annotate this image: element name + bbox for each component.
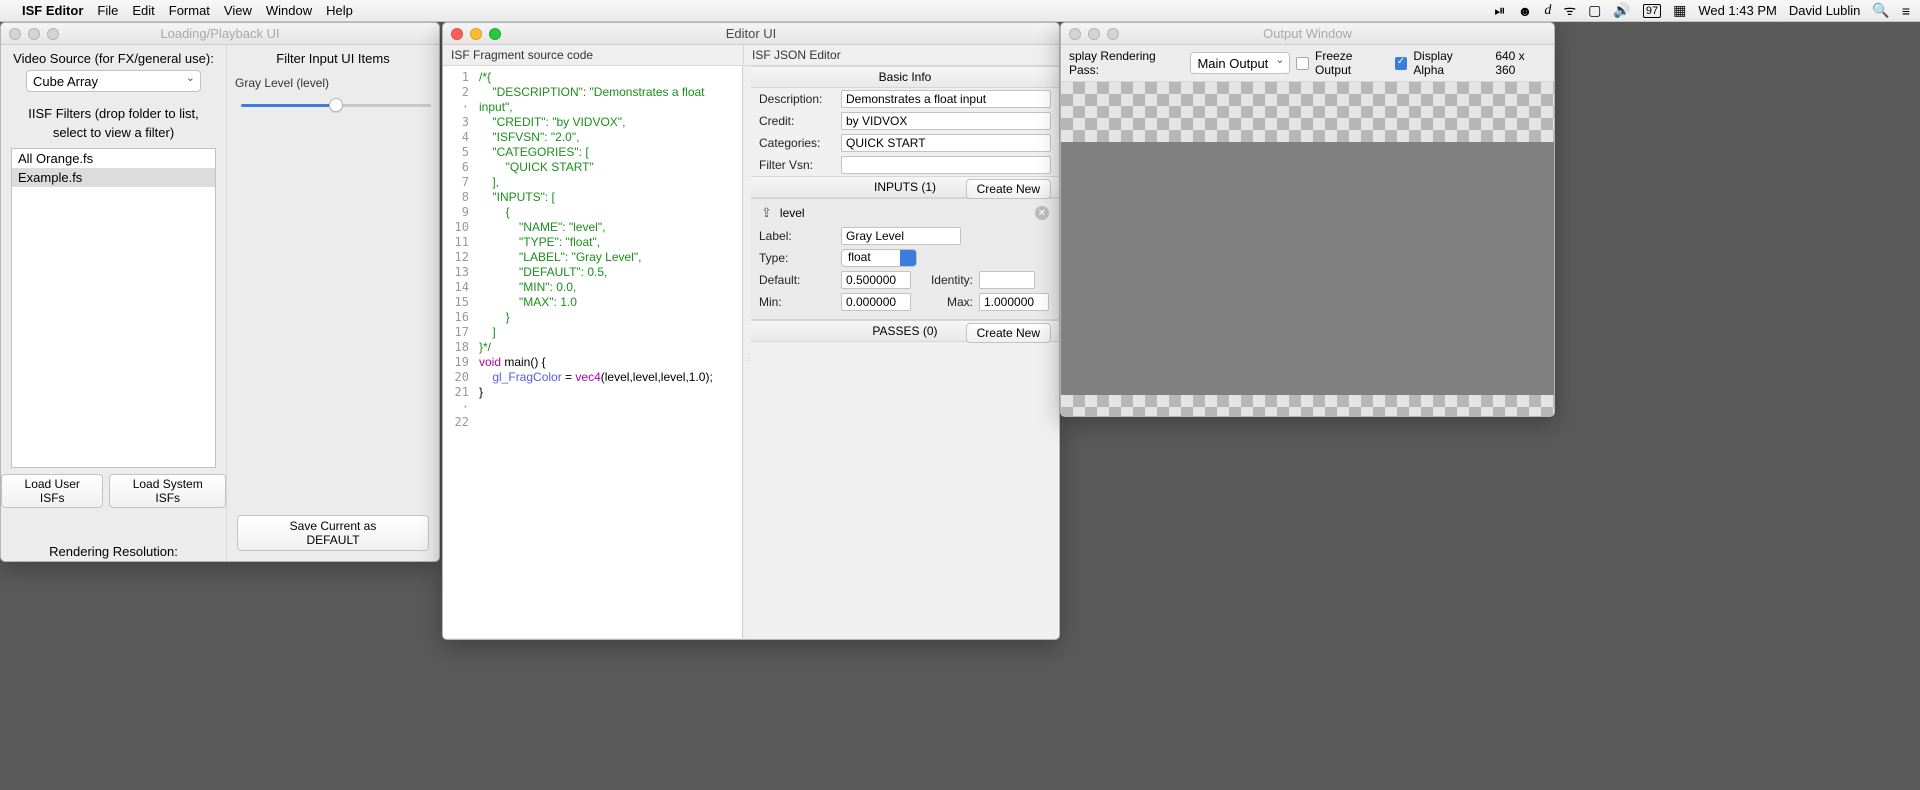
load-system-isfs-button[interactable]: Load System ISFs: [109, 474, 226, 508]
input-label-label: Label:: [759, 229, 835, 243]
default-label: Default:: [759, 273, 835, 287]
menu-help[interactable]: Help: [326, 3, 353, 18]
passes-header: PASSES (0) Create New: [751, 320, 1059, 342]
json-pane-label: ISF JSON Editor: [743, 45, 1059, 65]
output-resolution: 640 x 360: [1495, 49, 1546, 77]
macos-menubar: ISF Editor File Edit Format View Window …: [0, 0, 1920, 22]
save-default-button[interactable]: Save Current as DEFAULT: [237, 515, 429, 551]
close-icon[interactable]: [1069, 28, 1081, 40]
list-item[interactable]: Example.fs: [12, 168, 215, 187]
window-title: Editor UI: [726, 26, 777, 41]
iisf-label-1: IISF Filters (drop folder to list,: [1, 100, 226, 125]
zoom-icon[interactable]: [1107, 28, 1119, 40]
input-type-select[interactable]: float: [841, 249, 917, 267]
fragment-pane-label: ISF Fragment source code: [443, 45, 743, 65]
line-gutter: 12·3456789101112131415161718192021·22: [443, 66, 475, 638]
menu-view[interactable]: View: [224, 3, 252, 18]
menubar-time[interactable]: Wed 1:43 PM: [1698, 3, 1777, 18]
sound-icon[interactable]: 🔊: [1613, 2, 1630, 19]
rendering-pass-select[interactable]: Main Output: [1190, 52, 1290, 74]
categories-label: Categories:: [759, 136, 835, 150]
input-item-level: ⇪ level ✕ Label: Type: float Default: Id…: [751, 198, 1059, 320]
minimize-icon[interactable]: [1088, 28, 1100, 40]
d-icon[interactable]: d: [1544, 3, 1551, 19]
filter-vsn-label: Filter Vsn:: [759, 158, 835, 172]
min-label: Min:: [759, 295, 835, 309]
menu-format[interactable]: Format: [169, 3, 210, 18]
max-input[interactable]: [979, 293, 1049, 311]
camera-icon[interactable]: ⏯: [1494, 2, 1505, 19]
titlebar[interactable]: Editor UI: [443, 23, 1059, 45]
close-icon[interactable]: [451, 28, 463, 40]
freeze-output-label: Freeze Output: [1315, 49, 1389, 77]
titlebar[interactable]: Output Window: [1061, 23, 1554, 45]
filter-list[interactable]: All Orange.fs Example.fs: [11, 148, 216, 468]
menu-edit[interactable]: Edit: [132, 3, 154, 18]
menubar-user[interactable]: David Lublin: [1789, 3, 1861, 18]
window-title: Loading/Playback UI: [160, 26, 279, 41]
loading-playback-window: Loading/Playback UI Video Source (for FX…: [0, 22, 440, 562]
minimize-icon[interactable]: [28, 28, 40, 40]
list-item[interactable]: All Orange.fs: [12, 149, 215, 168]
description-input[interactable]: [841, 90, 1051, 108]
filter-vsn-input[interactable]: [841, 156, 1051, 174]
default-input[interactable]: [841, 271, 911, 289]
create-pass-button[interactable]: Create New: [966, 323, 1051, 343]
output-window: Output Window splay Rendering Pass: Main…: [1060, 22, 1555, 417]
rendering-pass-label: splay Rendering Pass:: [1069, 49, 1184, 77]
credit-input[interactable]: [841, 112, 1051, 130]
display-alpha-label: Display Alpha: [1413, 49, 1483, 77]
minimize-icon[interactable]: [470, 28, 482, 40]
titlebar[interactable]: Loading/Playback UI: [1, 23, 439, 45]
control-center-icon[interactable]: ▦: [1673, 2, 1686, 19]
delete-input-icon[interactable]: ✕: [1035, 206, 1049, 220]
code-editor[interactable]: 12·3456789101112131415161718192021·22 /*…: [443, 66, 743, 638]
identity-input[interactable]: [979, 271, 1035, 289]
editor-ui-window: Editor UI ISF Fragment source code ISF J…: [442, 22, 1060, 640]
input-type-label: Type:: [759, 251, 835, 265]
freeze-output-checkbox[interactable]: [1296, 57, 1309, 70]
load-user-isfs-button[interactable]: Load User ISFs: [1, 474, 103, 508]
zoom-icon[interactable]: [489, 28, 501, 40]
display-alpha-checkbox[interactable]: [1395, 57, 1408, 70]
app-name[interactable]: ISF Editor: [22, 3, 83, 18]
max-label: Max:: [917, 295, 973, 309]
create-input-button[interactable]: Create New: [966, 179, 1051, 199]
video-source-select[interactable]: Cube Array: [26, 70, 201, 92]
battery-icon[interactable]: 97: [1643, 4, 1661, 18]
rendering-resolution-label: Rendering Resolution:: [1, 538, 226, 562]
output-canvas: [1061, 82, 1554, 417]
export-icon[interactable]: ⇪: [761, 205, 772, 221]
menu-file[interactable]: File: [97, 3, 118, 18]
close-icon[interactable]: [9, 28, 21, 40]
zoom-icon[interactable]: [47, 28, 59, 40]
identity-label: Identity:: [917, 273, 973, 287]
wifi-icon[interactable]: ᯤ: [1563, 1, 1576, 20]
input-name: level: [780, 206, 805, 220]
input-label-input[interactable]: [841, 227, 961, 245]
inputs-header: INPUTS (1) Create New: [751, 176, 1059, 198]
menu-window[interactable]: Window: [266, 3, 312, 18]
splitter-handle[interactable]: [743, 66, 751, 638]
notification-center-icon[interactable]: ≡: [1902, 3, 1910, 19]
filter-input-items-label: Filter Input UI Items: [227, 45, 439, 70]
credit-label: Credit:: [759, 114, 835, 128]
video-source-label: Video Source (for FX/general use):: [1, 45, 226, 70]
categories-input[interactable]: [841, 134, 1051, 152]
basic-info-header: Basic Info: [751, 66, 1059, 88]
iisf-label-2: select to view a filter): [1, 125, 226, 144]
app-icon[interactable]: ☻: [1518, 3, 1533, 19]
gray-level-slider[interactable]: [241, 96, 431, 114]
description-label: Description:: [759, 92, 835, 106]
spotlight-icon[interactable]: 🔍: [1872, 2, 1889, 19]
gray-level-label: Gray Level (level): [235, 76, 431, 90]
window-title: Output Window: [1263, 26, 1352, 41]
airplay-icon[interactable]: ▢: [1588, 2, 1601, 19]
code-content[interactable]: /*{ "DESCRIPTION": "Demonstrates a float…: [475, 66, 742, 638]
json-editor-pane: Basic Info Description: Credit: Categori…: [751, 66, 1059, 638]
min-input[interactable]: [841, 293, 911, 311]
